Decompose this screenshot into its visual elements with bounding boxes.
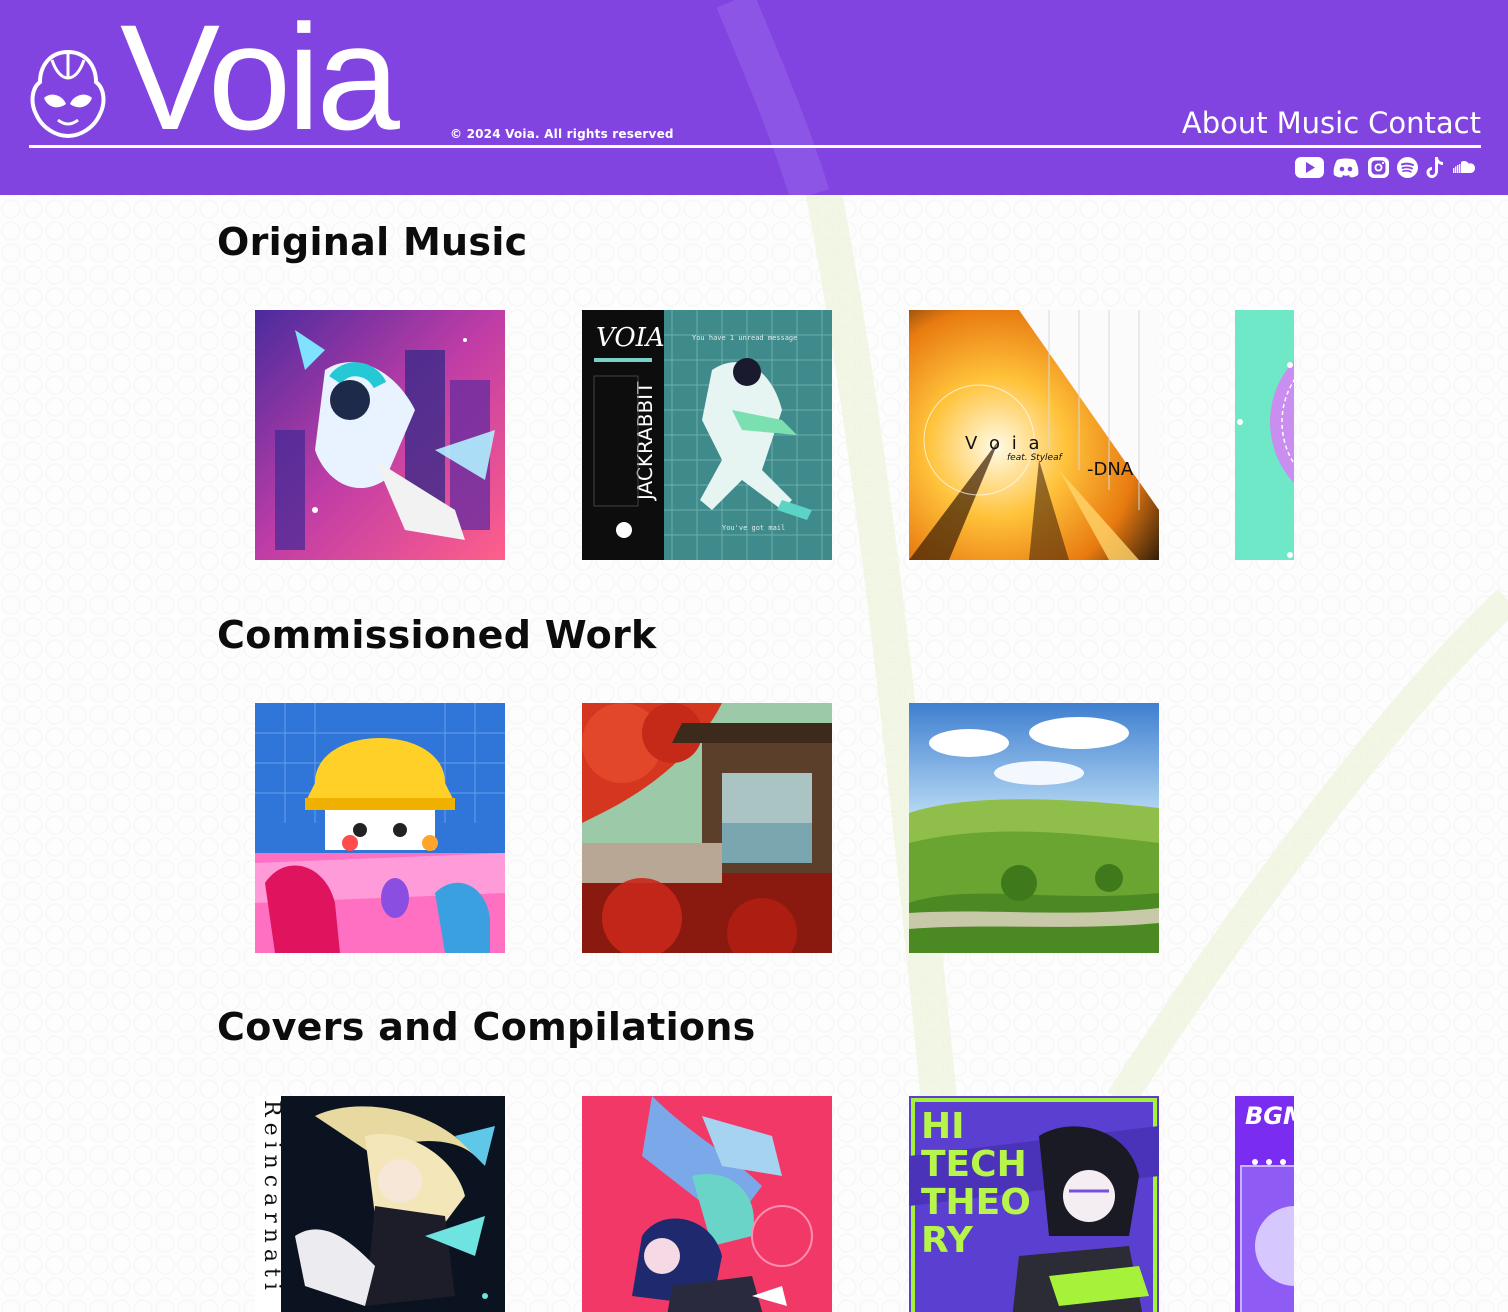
social-links — [1295, 155, 1476, 179]
section-title-covers-compilations: Covers and Compilations — [217, 1005, 756, 1049]
album-cover-commission-3[interactable] — [909, 703, 1159, 953]
album-art-image — [582, 1096, 832, 1312]
album-cover-commission-1[interactable] — [255, 703, 505, 953]
nav-about-link[interactable]: About — [1182, 106, 1268, 140]
dna-artist-text: V o i a — [965, 433, 1043, 454]
nav-contact-link[interactable]: Contact — [1368, 106, 1481, 140]
album-art-image: V o i a feat. Styleaf -DNA — [909, 310, 1159, 560]
jackrabbit-mail-text: You've got mail — [722, 524, 785, 532]
youtube-icon[interactable] — [1295, 155, 1324, 179]
album-cover-bgm[interactable]: BGM — [1235, 1096, 1294, 1312]
bgm-title-text: BGM — [1245, 1102, 1294, 1130]
header-divider — [29, 145, 1481, 148]
section-title-original-music: Original Music — [217, 220, 528, 264]
dna-title-text: -DNA — [1087, 459, 1134, 480]
hitech-line1-text: HI — [921, 1106, 965, 1147]
album-cover-hitech-theory[interactable]: HI TECH THEO RY — [909, 1096, 1159, 1312]
spotify-icon[interactable] — [1397, 155, 1418, 179]
reincarnation-title-text: Reincarnati — [259, 1100, 284, 1296]
album-cover-original-1[interactable] — [255, 310, 505, 560]
album-art-image — [1235, 310, 1294, 560]
album-art-image — [909, 703, 1159, 953]
album-cover-jackrabbit[interactable]: VOIA JACKRABBIT You have 1 unread messag… — [582, 310, 832, 560]
album-cover-cover-2[interactable] — [582, 1096, 832, 1312]
album-art-image: HI TECH THEO RY — [909, 1096, 1159, 1312]
album-art-image — [582, 703, 832, 953]
album-art-image — [255, 310, 505, 560]
site-logo-text[interactable]: Voia — [120, 2, 400, 152]
hitech-line4-text: RY — [921, 1220, 974, 1261]
jackrabbit-logo-text: VOIA — [596, 323, 665, 353]
album-art-image: BGM — [1235, 1096, 1294, 1312]
section-title-commissioned-work: Commissioned Work — [217, 613, 657, 657]
tiktok-icon[interactable] — [1426, 155, 1444, 179]
album-cover-reincarnation[interactable]: Reincarnati — [255, 1096, 505, 1312]
album-art-image: VOIA JACKRABBIT You have 1 unread messag… — [582, 310, 832, 560]
original-music-row: VOIA JACKRABBIT You have 1 unread messag… — [255, 310, 1294, 560]
album-cover-original-4[interactable] — [1235, 310, 1294, 560]
album-art-image: Reincarnati — [255, 1096, 505, 1312]
soundcloud-icon[interactable] — [1452, 155, 1476, 179]
site-header: Voia © 2024 Voia. All rights reserved Ab… — [0, 0, 1508, 195]
instagram-icon[interactable] — [1368, 155, 1389, 179]
logo-mask-icon[interactable] — [28, 48, 108, 140]
album-art-image — [255, 703, 505, 953]
jackrabbit-message-text: You have 1 unread message — [692, 334, 797, 342]
covers-compilations-row: Reincarnati HI TECH THEO RY BG — [255, 1096, 1294, 1312]
album-cover-dna[interactable]: V o i a feat. Styleaf -DNA — [909, 310, 1159, 560]
album-cover-commission-2[interactable] — [582, 703, 832, 953]
dna-feat-text: feat. Styleaf — [1007, 453, 1064, 463]
nav-music-link[interactable]: Music — [1277, 106, 1360, 140]
jackrabbit-title-text: JACKRABBIT — [633, 381, 657, 502]
hitech-line3-text: THEO — [921, 1182, 1031, 1223]
discord-icon[interactable] — [1332, 155, 1360, 179]
hitech-line2-text: TECH — [921, 1144, 1027, 1185]
commissioned-work-row — [255, 703, 1294, 953]
main-nav: About Music Contact — [1182, 106, 1481, 140]
copyright-text: © 2024 Voia. All rights reserved — [450, 127, 674, 141]
